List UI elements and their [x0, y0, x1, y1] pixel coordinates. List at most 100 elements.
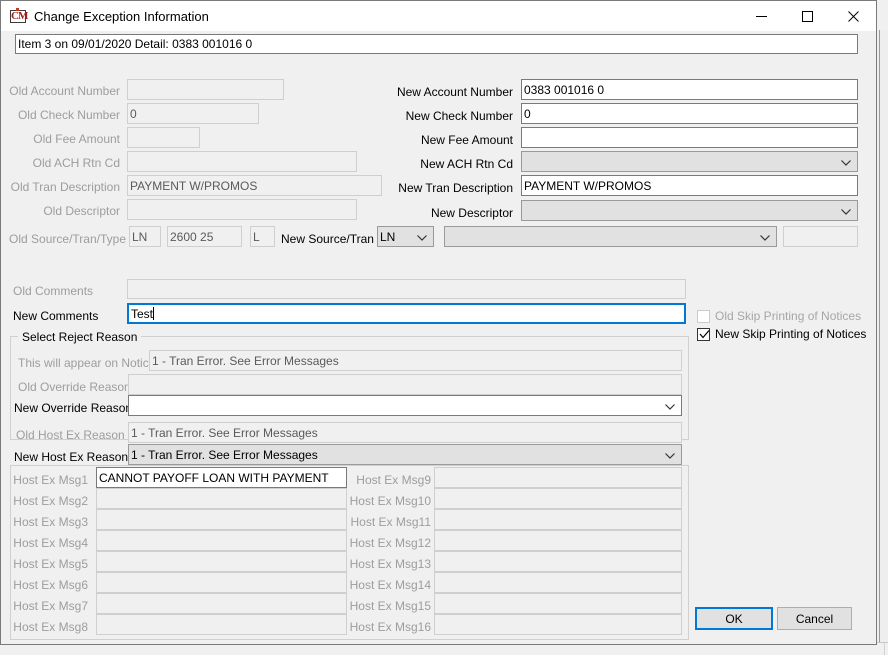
- chevron-down-icon: [417, 230, 427, 244]
- new-ach-rtn-cd-label: New ACH Rtn Cd: [420, 157, 513, 171]
- old-host-ex-reason-label: Old Host Ex Reason: [16, 428, 125, 442]
- change-exception-information-dialog: CM Change Exception Information Item 3 o…: [0, 0, 877, 645]
- text-caret: [153, 307, 155, 320]
- host-ex-msg12-field: [434, 530, 682, 551]
- new-fee-amount-field[interactable]: [521, 127, 858, 148]
- notices-appear-label: This will appear on Notices: [18, 356, 162, 370]
- new-check-number-label: New Check Number: [405, 109, 513, 123]
- chevron-down-icon: [760, 230, 770, 244]
- host-ex-msg5-field: [96, 551, 347, 572]
- old-source-tran-type-label: Old Source/Tran/Type: [9, 232, 126, 246]
- old-tran-description-label: Old Tran Description: [10, 180, 120, 194]
- close-icon[interactable]: [830, 1, 876, 31]
- new-ach-rtn-cd-dropdown[interactable]: [521, 151, 858, 172]
- new-account-number-field[interactable]: 0383 001016 0: [521, 79, 858, 100]
- old-comments-label: Old Comments: [13, 284, 94, 298]
- host-ex-msg8-field: [96, 614, 347, 635]
- chevron-down-icon: [665, 399, 675, 413]
- old-account-number-field: [127, 79, 284, 100]
- chevron-down-icon: [841, 204, 851, 218]
- checkbox-box: [697, 309, 710, 323]
- host-ex-msg11-field: [434, 509, 682, 530]
- cancel-button[interactable]: Cancel: [777, 607, 852, 630]
- old-fee-amount-label: Old Fee Amount: [33, 132, 120, 146]
- maximize-icon[interactable]: [784, 1, 830, 31]
- host-ex-msg7-label: Host Ex Msg7: [13, 599, 88, 613]
- check-icon: [699, 329, 710, 343]
- host-ex-msg1-field: CANNOT PAYOFF LOAN WITH PAYMENT: [96, 467, 347, 488]
- new-source-tran-label: New Source/Tran: [281, 232, 374, 246]
- host-ex-msg6-field: [96, 572, 347, 593]
- cm-app-icon: CM: [10, 8, 28, 23]
- new-tran-dropdown[interactable]: [444, 226, 777, 247]
- old-skip-printing-checkbox: Old Skip Printing of Notices: [697, 309, 861, 323]
- new-descriptor-label: New Descriptor: [430, 206, 513, 220]
- minimize-icon[interactable]: [738, 1, 784, 31]
- new-account-number-label: New Account Number: [396, 85, 513, 99]
- window-controls: [738, 1, 876, 31]
- host-ex-msg10-field: [434, 488, 682, 509]
- old-check-number-label: Old Check Number: [17, 108, 120, 122]
- host-ex-msg14-field: [434, 572, 682, 593]
- ok-button[interactable]: OK: [695, 607, 773, 630]
- old-tran-description-field: PAYMENT W/PROMOS: [127, 175, 382, 196]
- checkbox-box: [697, 327, 710, 343]
- host-ex-msg5-label: Host Ex Msg5: [13, 557, 88, 571]
- dialog-client-area: Item 3 on 09/01/2020 Detail: 0383 001016…: [1, 31, 876, 644]
- old-skip-printing-label: Old Skip Printing of Notices: [715, 309, 862, 323]
- old-source-field: LN: [129, 226, 161, 247]
- host-ex-msg7-field: [96, 593, 347, 614]
- old-ach-rtn-cd-label: Old ACH Rtn Cd: [32, 156, 120, 170]
- title-bar: CM Change Exception Information: [1, 1, 876, 31]
- host-ex-msg2-label: Host Ex Msg2: [13, 494, 88, 508]
- background-column-divider: [884, 643, 885, 655]
- old-descriptor-label: Old Descriptor: [43, 204, 120, 218]
- old-check-number-field: 0: [127, 103, 259, 124]
- old-override-reason-label: Old Override Reason: [18, 380, 131, 394]
- host-ex-msg3-label: Host Ex Msg3: [13, 515, 88, 529]
- host-ex-msg6-label: Host Ex Msg6: [13, 578, 88, 592]
- new-comments-label: New Comments: [13, 309, 99, 323]
- new-skip-printing-label: New Skip Printing of Notices: [715, 327, 867, 341]
- old-account-number-label: Old Account Number: [9, 84, 120, 98]
- old-descriptor-field: [127, 199, 357, 220]
- item-detail-field: Item 3 on 09/01/2020 Detail: 0383 001016…: [15, 34, 858, 54]
- host-ex-msg10-label: Host Ex Msg10: [349, 494, 431, 508]
- host-ex-msg15-field: [434, 593, 682, 614]
- old-comments-field: [127, 279, 686, 299]
- new-skip-printing-checkbox[interactable]: New Skip Printing of Notices: [697, 327, 866, 341]
- new-host-ex-reason-label: New Host Ex Reason: [14, 450, 129, 464]
- old-host-ex-reason-field: 1 - Tran Error. See Error Messages: [128, 422, 682, 443]
- new-tran-description-label: New Tran Description: [398, 181, 513, 195]
- new-descriptor-dropdown[interactable]: [521, 200, 858, 221]
- host-ex-msg13-field: [434, 551, 682, 572]
- new-source-dropdown[interactable]: LN: [377, 226, 434, 247]
- host-ex-msg8-label: Host Ex Msg8: [13, 620, 88, 634]
- new-check-number-field[interactable]: 0: [521, 103, 858, 124]
- old-type-field: L: [250, 226, 275, 247]
- chevron-down-icon: [665, 448, 675, 462]
- new-override-reason-label: New Override Reason: [14, 401, 133, 415]
- new-comments-field[interactable]: Test: [127, 303, 686, 324]
- host-ex-msg13-label: Host Ex Msg13: [349, 557, 431, 571]
- host-ex-msg3-field: [96, 509, 347, 530]
- host-ex-msg4-field: [96, 530, 347, 551]
- old-override-reason-field: [128, 374, 682, 395]
- host-ex-msg2-field: [96, 488, 347, 509]
- host-ex-msg15-label: Host Ex Msg15: [349, 599, 431, 613]
- host-ex-msg9-field: [434, 467, 682, 488]
- background-right-strip: [879, 30, 888, 655]
- new-host-ex-reason-dropdown[interactable]: 1 - Tran Error. See Error Messages: [128, 444, 682, 465]
- host-ex-msg4-label: Host Ex Msg4: [13, 536, 88, 550]
- select-reject-reason-title: Select Reject Reason: [18, 330, 142, 344]
- host-ex-msg1-label: Host Ex Msg1: [13, 473, 88, 487]
- new-tran-description-field[interactable]: PAYMENT W/PROMOS: [521, 175, 858, 196]
- host-ex-msg16-field: [434, 614, 682, 635]
- new-override-reason-dropdown[interactable]: [128, 395, 682, 416]
- new-fee-amount-label: New Fee Amount: [420, 133, 513, 147]
- host-ex-msg11-label: Host Ex Msg11: [350, 515, 431, 529]
- host-ex-msg12-label: Host Ex Msg12: [349, 536, 431, 550]
- old-tran-field: 2600 25: [167, 226, 242, 247]
- host-ex-msg9-label: Host Ex Msg9: [356, 473, 431, 487]
- host-ex-msg16-label: Host Ex Msg16: [349, 620, 431, 634]
